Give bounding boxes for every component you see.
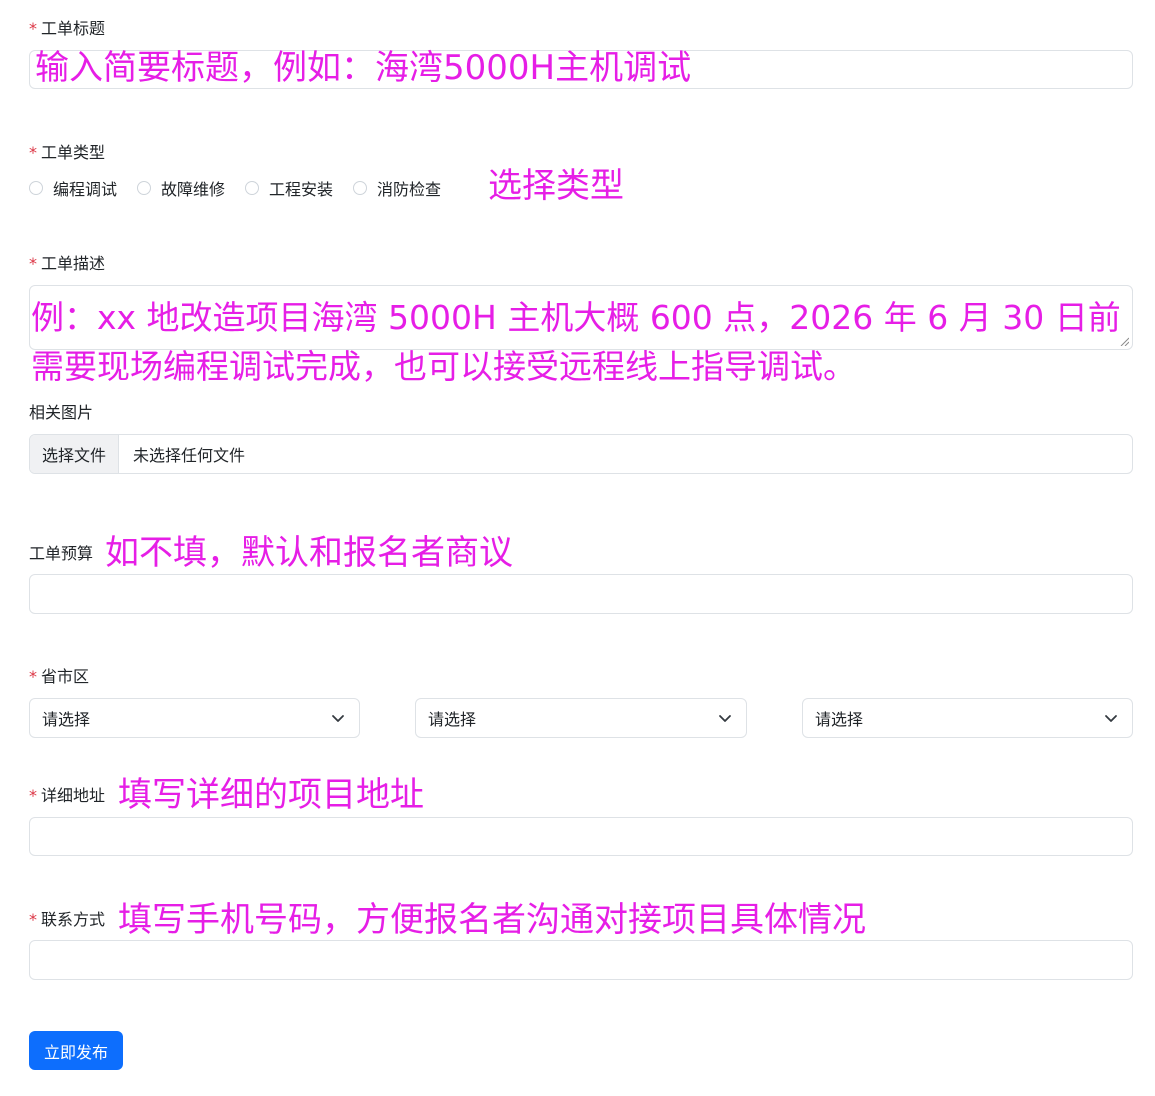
chevron-down-icon xyxy=(1105,715,1117,722)
radio-label: 消防检查 xyxy=(377,180,442,199)
file-status-text: 未选择任何文件 xyxy=(133,446,246,465)
images-label: 相关图片 xyxy=(29,403,94,422)
address-label-text: 详细地址 xyxy=(41,786,106,805)
chevron-down-icon xyxy=(719,715,731,722)
title-label-text: 工单标题 xyxy=(41,19,106,38)
region-label: * 省市区 xyxy=(29,667,89,687)
contact-annotation: 填写手机号码，方便报名者沟通对接项目具体情况 xyxy=(118,900,866,940)
province-select-value: 请选择 xyxy=(42,710,91,729)
radio-circle-icon[interactable] xyxy=(137,181,152,195)
required-mark: * xyxy=(29,786,37,805)
required-mark: * xyxy=(29,910,37,929)
contact-label: * 联系方式 xyxy=(29,910,105,930)
required-mark: * xyxy=(29,19,37,38)
title-annotation: 输入简要标题，例如：海湾5000H主机调试 xyxy=(35,48,692,88)
radio-label: 编程调试 xyxy=(53,180,118,199)
type-option-installation[interactable]: 工程安装 xyxy=(245,176,333,200)
contact-label-text: 联系方式 xyxy=(41,910,106,929)
budget-input[interactable] xyxy=(29,574,1133,614)
radio-circle-icon[interactable] xyxy=(245,181,260,195)
chevron-down-icon xyxy=(332,715,344,722)
type-annotation: 选择类型 xyxy=(488,166,624,206)
region-label-text: 省市区 xyxy=(41,667,90,686)
city-select-value: 请选择 xyxy=(428,710,477,729)
file-input[interactable]: 选择文件 未选择任何文件 xyxy=(29,434,1133,474)
radio-circle-icon[interactable] xyxy=(29,181,43,195)
radio-circle-icon[interactable] xyxy=(353,181,368,195)
description-annotation-line1: 例：xx 地改造项目海湾 5000H 主机大概 600 点，2026 年 6 月… xyxy=(31,298,1121,337)
radio-label: 工程安装 xyxy=(269,180,334,199)
description-annotation-line2: 需要现场编程调试完成，也可以接受远程线上指导调试。 xyxy=(31,347,856,386)
radio-label: 故障维修 xyxy=(161,180,226,199)
district-select-value: 请选择 xyxy=(815,710,864,729)
address-annotation: 填写详细的项目地址 xyxy=(118,775,424,815)
type-label: * 工单类型 xyxy=(29,143,105,163)
type-label-text: 工单类型 xyxy=(41,143,106,162)
type-radio-group: 编程调试 故障维修 工程安装 消防检查 xyxy=(29,176,461,200)
address-input[interactable] xyxy=(29,817,1133,856)
address-label: * 详细地址 xyxy=(29,786,105,806)
publish-button[interactable]: 立即发布 xyxy=(29,1031,123,1070)
required-mark: * xyxy=(29,667,37,686)
contact-input[interactable] xyxy=(29,940,1133,980)
type-option-repair[interactable]: 故障维修 xyxy=(137,176,225,200)
district-select[interactable]: 请选择 xyxy=(802,698,1133,738)
choose-file-button[interactable]: 选择文件 xyxy=(30,435,120,473)
description-label: * 工单描述 xyxy=(29,254,105,274)
city-select[interactable]: 请选择 xyxy=(415,698,747,738)
budget-label: 工单预算 xyxy=(29,544,94,563)
budget-annotation: 如不填，默认和报名者商议 xyxy=(105,533,513,573)
required-mark: * xyxy=(29,254,37,273)
description-label-text: 工单描述 xyxy=(41,254,106,273)
type-option-fire-inspection[interactable]: 消防检查 xyxy=(353,176,441,200)
province-select[interactable]: 请选择 xyxy=(29,698,360,738)
title-label: * 工单标题 xyxy=(29,19,105,39)
type-option-programming[interactable]: 编程调试 xyxy=(29,176,117,200)
required-mark: * xyxy=(29,143,37,162)
